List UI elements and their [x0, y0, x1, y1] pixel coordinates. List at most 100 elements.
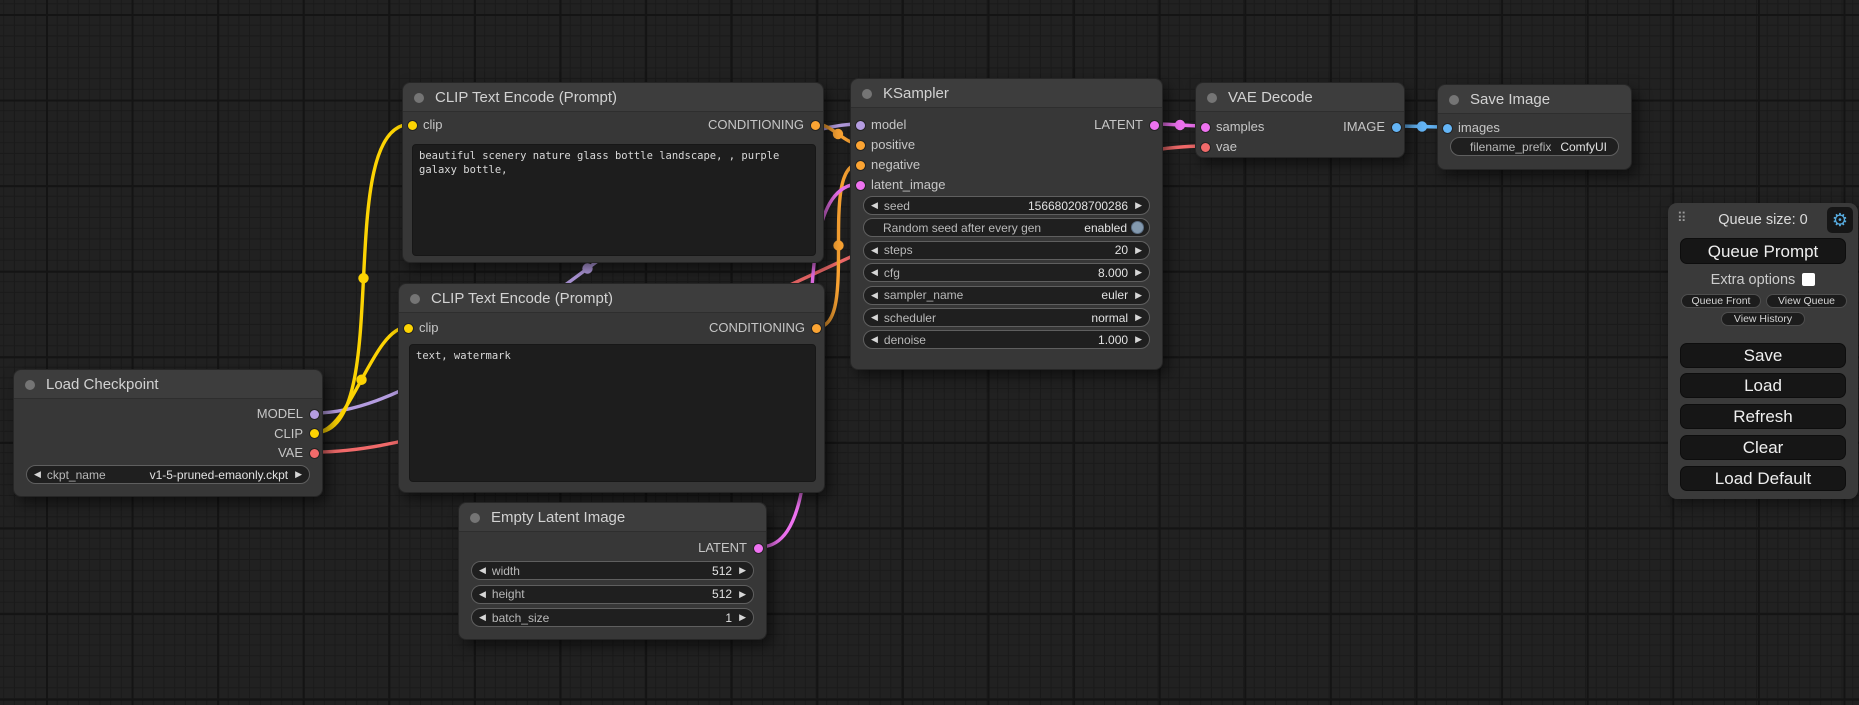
load-button[interactable]: Load [1680, 373, 1846, 398]
output-port-vae[interactable] [310, 449, 319, 458]
increment-arrow-icon[interactable]: ▶ [739, 561, 746, 580]
decrement-arrow-icon[interactable]: ◀ [479, 585, 486, 604]
view-queue-button[interactable]: View Queue [1766, 294, 1847, 308]
widget-label: batch_size [492, 611, 549, 625]
collapse-dot-icon[interactable] [25, 380, 35, 390]
decrement-arrow-icon[interactable]: ◀ [871, 286, 878, 305]
collapse-dot-icon[interactable] [1207, 93, 1217, 103]
input-port-model[interactable] [856, 121, 865, 130]
node-title: Empty Latent Image [491, 509, 625, 526]
widget-steps[interactable]: ◀steps20▶ [863, 241, 1150, 260]
node-empty-latent-image[interactable]: Empty Latent ImageLATENT◀width512▶◀heigh… [458, 502, 767, 640]
input-port-clip[interactable] [404, 324, 413, 333]
node-title-bar[interactable]: CLIP Text Encode (Prompt) [403, 83, 823, 112]
extra-options-checkbox[interactable] [1802, 273, 1815, 286]
widget-height[interactable]: ◀height512▶ [471, 585, 754, 604]
increment-arrow-icon[interactable]: ▶ [1135, 241, 1142, 260]
widget-denoise[interactable]: ◀denoise1.000▶ [863, 330, 1150, 349]
collapse-dot-icon[interactable] [410, 294, 420, 304]
input-port-clip[interactable] [408, 121, 417, 130]
node-vae-decode[interactable]: VAE DecodesamplesvaeIMAGE [1195, 82, 1405, 158]
decrement-arrow-icon[interactable]: ◀ [871, 241, 878, 260]
collapse-dot-icon[interactable] [414, 93, 424, 103]
input-port-samples[interactable] [1201, 123, 1210, 132]
widget-label: width [492, 564, 520, 578]
queue-front-button[interactable]: Queue Front [1681, 294, 1761, 308]
output-port-latent[interactable] [1150, 121, 1159, 130]
widget-seed[interactable]: ◀seed156680208700286▶ [863, 196, 1150, 215]
queue-prompt-button[interactable]: Queue Prompt [1680, 238, 1846, 264]
load-default-button[interactable]: Load Default [1680, 466, 1846, 491]
node-save-image[interactable]: Save Imageimagesfilename_prefixComfyUI [1437, 84, 1632, 170]
widget-value: v1-5-pruned-emaonly.ckpt [150, 468, 289, 482]
clear-button[interactable]: Clear [1680, 435, 1846, 460]
input-slot-latent-image: latent_image [851, 177, 945, 193]
widget-random-seed-after-every-gen[interactable]: Random seed after every genenabled [863, 218, 1150, 237]
settings-gear-icon[interactable]: ⚙ [1827, 207, 1853, 233]
prompt-textarea[interactable]: text, watermark [409, 344, 816, 482]
node-title-bar[interactable]: Load Checkpoint [14, 370, 322, 399]
increment-arrow-icon[interactable]: ▶ [1135, 308, 1142, 327]
output-port-conditioning[interactable] [812, 324, 821, 333]
input-port-latent-image[interactable] [856, 181, 865, 190]
collapse-dot-icon[interactable] [1449, 95, 1459, 105]
widget-value: 1 [725, 611, 732, 625]
increment-arrow-icon[interactable]: ▶ [739, 585, 746, 604]
refresh-button[interactable]: Refresh [1680, 404, 1846, 429]
increment-arrow-icon[interactable]: ▶ [1135, 330, 1142, 349]
link-midpoint-dot [1417, 121, 1427, 131]
widget-ckpt-name[interactable]: ◀ckpt_namev1-5-pruned-emaonly.ckpt▶ [26, 465, 310, 484]
view-history-button[interactable]: View History [1721, 312, 1805, 326]
node-title-bar[interactable]: KSampler [851, 79, 1162, 108]
widget-sampler-name[interactable]: ◀sampler_nameeuler▶ [863, 286, 1150, 305]
decrement-arrow-icon[interactable]: ◀ [871, 330, 878, 349]
increment-arrow-icon[interactable]: ▶ [1135, 196, 1142, 215]
increment-arrow-icon[interactable]: ▶ [739, 608, 746, 627]
widget-batch-size[interactable]: ◀ batch_size 1 ▶ [471, 608, 754, 627]
node-title: Save Image [1470, 91, 1550, 108]
input-port-vae[interactable] [1201, 143, 1210, 152]
decrement-arrow-icon[interactable]: ◀ [871, 263, 878, 282]
node-title: CLIP Text Encode (Prompt) [435, 89, 617, 106]
increment-arrow-icon[interactable]: ▶ [1135, 286, 1142, 305]
toggle-circle[interactable] [1131, 221, 1144, 234]
input-port-images[interactable] [1443, 124, 1452, 133]
decrement-arrow-icon[interactable]: ◀ [479, 561, 486, 580]
node-title: Load Checkpoint [46, 376, 159, 393]
widget-filename-prefix[interactable]: filename_prefixComfyUI [1450, 137, 1619, 156]
node-clip-text-encode-prompt[interactable]: CLIP Text Encode (Prompt)clipCONDITIONIN… [398, 283, 825, 493]
collapse-dot-icon[interactable] [470, 513, 480, 523]
output-port-image[interactable] [1392, 123, 1401, 132]
node-clip-text-encode-prompt[interactable]: CLIP Text Encode (Prompt)clipCONDITIONIN… [402, 82, 824, 263]
node-graph-canvas[interactable]: Load CheckpointMODELCLIPVAE◀ckpt_namev1-… [0, 0, 1859, 705]
node-title-bar[interactable]: Save Image [1438, 85, 1631, 114]
widget-scheduler[interactable]: ◀schedulernormal▶ [863, 308, 1150, 327]
widget-cfg[interactable]: ◀cfg8.000▶ [863, 263, 1150, 282]
output-port-model[interactable] [310, 410, 319, 419]
widget-width[interactable]: ◀ width 512 ▶ [471, 561, 754, 580]
save-button[interactable]: Save [1680, 343, 1846, 368]
output-port-clip[interactable] [310, 429, 319, 438]
node-title-bar[interactable]: VAE Decode [1196, 83, 1404, 112]
prompt-textarea[interactable]: beautiful scenery nature glass bottle la… [412, 144, 816, 256]
increment-arrow-icon[interactable]: ▶ [1135, 263, 1142, 282]
decrement-arrow-icon[interactable]: ◀ [34, 465, 41, 484]
widget-value: normal [1091, 311, 1128, 325]
node-load-checkpoint[interactable]: Load CheckpointMODELCLIPVAE◀ckpt_namev1-… [13, 369, 323, 497]
output-slot-latent: LATENT [1094, 117, 1162, 133]
input-port-negative[interactable] [856, 161, 865, 170]
increment-arrow-icon[interactable]: ▶ [295, 465, 302, 484]
node-title-bar[interactable]: CLIP Text Encode (Prompt) [399, 284, 824, 313]
collapse-dot-icon[interactable] [862, 89, 872, 99]
widget-value: 512 [712, 564, 732, 578]
node-title-bar[interactable]: Empty Latent Image [459, 503, 766, 532]
decrement-arrow-icon[interactable]: ◀ [871, 308, 878, 327]
output-port-latent[interactable] [754, 544, 763, 553]
output-slot-clip: CLIP [274, 426, 322, 442]
output-port-conditioning[interactable] [811, 121, 820, 130]
decrement-arrow-icon[interactable]: ◀ [871, 196, 878, 215]
node-ksampler[interactable]: KSamplermodelpositivenegativelatent_imag… [850, 78, 1163, 370]
decrement-arrow-icon[interactable]: ◀ [479, 608, 486, 627]
input-port-positive[interactable] [856, 141, 865, 150]
output-slot-model: MODEL [257, 406, 322, 422]
